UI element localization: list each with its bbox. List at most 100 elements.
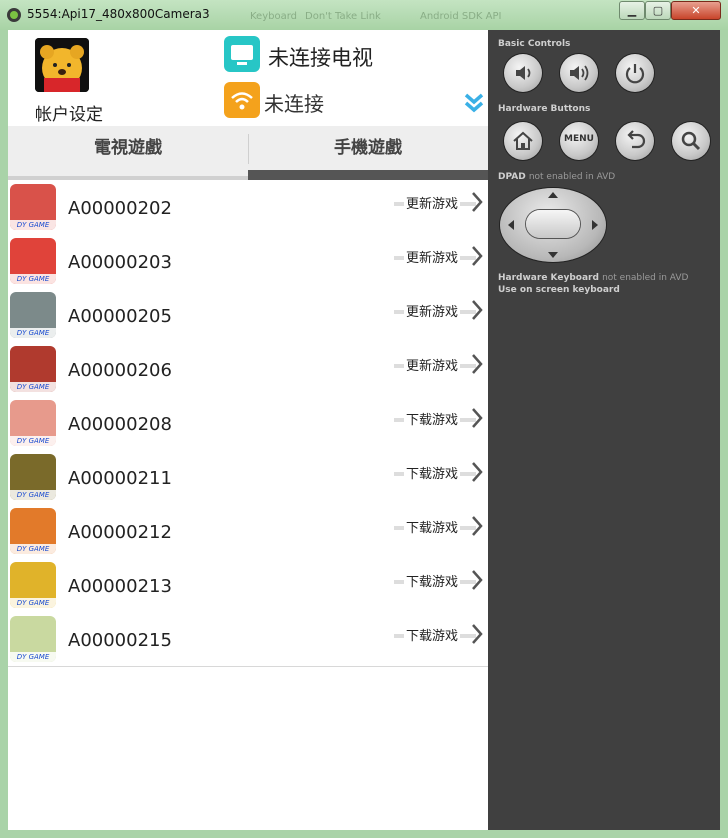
tv-connection-status[interactable]: 未连接电视 xyxy=(268,42,373,72)
game-action-button[interactable]: 下载游戏 xyxy=(394,566,488,596)
hardware-buttons-heading: Hardware Buttons xyxy=(498,104,591,114)
list-item[interactable]: DY GAME A00000205 更新游戏 xyxy=(8,288,488,343)
volume-down-icon xyxy=(516,66,531,80)
ghost-taskbar-item: Don't Take Link xyxy=(305,11,381,22)
volume-up-icon xyxy=(570,65,589,81)
game-id: A00000208 xyxy=(68,414,172,435)
game-badge: DY GAME xyxy=(10,544,56,554)
game-badge: DY GAME xyxy=(10,328,56,338)
game-icon: DY GAME xyxy=(10,400,56,446)
game-action-label: 下载游戏 xyxy=(404,517,461,536)
game-action-label: 下载游戏 xyxy=(404,571,461,590)
list-item[interactable]: DY GAME A00000215 下载游戏 xyxy=(8,612,488,667)
menu-button-label: MENU xyxy=(564,134,594,144)
game-badge: DY GAME xyxy=(10,652,56,662)
pooh-avatar-icon xyxy=(35,38,89,92)
account-avatar[interactable] xyxy=(35,38,89,92)
game-action-button[interactable]: 下载游戏 xyxy=(394,512,488,542)
chevron-right-icon xyxy=(472,246,483,266)
dpad-center-button[interactable] xyxy=(526,210,580,238)
game-id: A00000211 xyxy=(68,468,172,489)
game-action-button[interactable]: 下载游戏 xyxy=(394,458,488,488)
search-button[interactable] xyxy=(672,122,710,160)
wifi-connection-status[interactable]: 未连接 xyxy=(264,88,324,117)
list-item[interactable]: DY GAME A00000208 下载游戏 xyxy=(8,396,488,451)
game-id: A00000213 xyxy=(68,576,172,597)
chevron-right-icon xyxy=(472,192,483,212)
dpad-label: DPAD xyxy=(498,172,526,182)
game-icon: DY GAME xyxy=(10,346,56,392)
tab-tv-games[interactable]: 電視遊戲 xyxy=(8,126,248,174)
tv-icon xyxy=(224,36,260,72)
chevron-right-icon xyxy=(472,624,483,644)
back-button[interactable] xyxy=(616,122,654,160)
game-badge: DY GAME xyxy=(10,220,56,230)
game-id: A00000203 xyxy=(68,252,172,273)
game-id: A00000202 xyxy=(68,198,172,219)
game-icon: DY GAME xyxy=(10,238,56,284)
list-item[interactable]: DY GAME A00000211 下载游戏 xyxy=(8,450,488,505)
volume-up-button[interactable] xyxy=(560,54,598,92)
list-item[interactable]: DY GAME A00000206 更新游戏 xyxy=(8,342,488,397)
game-icon: DY GAME xyxy=(10,508,56,554)
onscreen-keyboard-label[interactable]: Use on screen keyboard xyxy=(498,285,620,295)
tab-mobile-games[interactable]: 手機遊戲 xyxy=(248,126,488,174)
dpad-note: not enabled in AVD xyxy=(528,172,616,182)
back-arrow-icon xyxy=(627,130,646,149)
game-action-button[interactable]: 更新游戏 xyxy=(394,296,488,326)
dpad-heading: DPAD not enabled in AVD xyxy=(498,172,615,182)
game-icon: DY GAME xyxy=(10,184,56,230)
close-icon: ✕ xyxy=(691,4,701,17)
game-action-button[interactable]: 更新游戏 xyxy=(394,188,488,218)
list-item[interactable]: DY GAME A00000202 更新游戏 xyxy=(8,180,488,235)
keyboard-note: not enabled in AVD xyxy=(602,273,689,283)
power-button[interactable] xyxy=(616,54,654,92)
game-action-label: 更新游戏 xyxy=(404,193,461,212)
game-id: A00000215 xyxy=(68,630,172,651)
game-action-label: 更新游戏 xyxy=(404,301,461,320)
game-id: A00000212 xyxy=(68,522,172,543)
game-action-button[interactable]: 下载游戏 xyxy=(394,404,488,434)
wifi-icon xyxy=(224,82,260,118)
double-chevron-down-icon[interactable] xyxy=(464,92,484,114)
emulator-controls-panel: Basic Controls Hardware Buttons MENU DPA… xyxy=(488,30,720,830)
game-action-button[interactable]: 更新游戏 xyxy=(394,350,488,380)
game-badge: DY GAME xyxy=(10,274,56,284)
game-action-button[interactable]: 更新游戏 xyxy=(394,242,488,272)
list-item[interactable]: DY GAME A00000203 更新游戏 xyxy=(8,234,488,289)
game-icon: DY GAME xyxy=(10,562,56,608)
game-icon: DY GAME xyxy=(10,454,56,500)
basic-controls-heading: Basic Controls xyxy=(498,39,571,49)
title-bar: 5554:Api17_480x800Camera3 Keyboard Don't… xyxy=(0,0,728,30)
phone-screen: 帐户设定 未连接电视 未连接 電視遊戲 手機遊戲 DY GAME A000002… xyxy=(8,30,488,830)
game-tabs: 電視遊戲 手機遊戲 xyxy=(8,126,488,180)
menu-button[interactable]: MENU xyxy=(560,122,598,160)
chevron-right-icon xyxy=(472,300,483,320)
game-icon: DY GAME xyxy=(10,616,56,662)
home-button[interactable] xyxy=(504,122,542,160)
emulator-window: 5554:Api17_480x800Camera3 Keyboard Don't… xyxy=(0,0,728,838)
window-title: 5554:Api17_480x800Camera3 xyxy=(27,7,210,21)
game-action-label: 更新游戏 xyxy=(404,247,461,266)
chevron-right-icon xyxy=(472,462,483,482)
account-settings-label[interactable]: 帐户设定 xyxy=(35,100,103,125)
maximize-button[interactable]: ▢ xyxy=(645,1,671,20)
list-item[interactable]: DY GAME A00000212 下载游戏 xyxy=(8,504,488,559)
volume-down-button[interactable] xyxy=(504,54,542,92)
game-id: A00000206 xyxy=(68,360,172,381)
chevron-right-icon xyxy=(472,408,483,428)
game-icon: DY GAME xyxy=(10,292,56,338)
game-action-button[interactable]: 下载游戏 xyxy=(394,620,488,650)
ghost-taskbar-item: Android SDK API xyxy=(420,11,502,22)
close-button[interactable]: ✕ xyxy=(671,1,721,20)
minimize-button[interactable]: ▁ xyxy=(619,1,645,20)
game-badge: DY GAME xyxy=(10,436,56,446)
chevron-right-icon xyxy=(472,516,483,536)
dpad[interactable] xyxy=(500,188,606,262)
maximize-icon: ▢ xyxy=(652,4,664,17)
game-action-label: 下载游戏 xyxy=(404,625,461,644)
game-id: A00000205 xyxy=(68,306,172,327)
keyboard-label: Hardware Keyboard xyxy=(498,273,599,283)
list-item[interactable]: DY GAME A00000213 下载游戏 xyxy=(8,558,488,613)
game-badge: DY GAME xyxy=(10,382,56,392)
